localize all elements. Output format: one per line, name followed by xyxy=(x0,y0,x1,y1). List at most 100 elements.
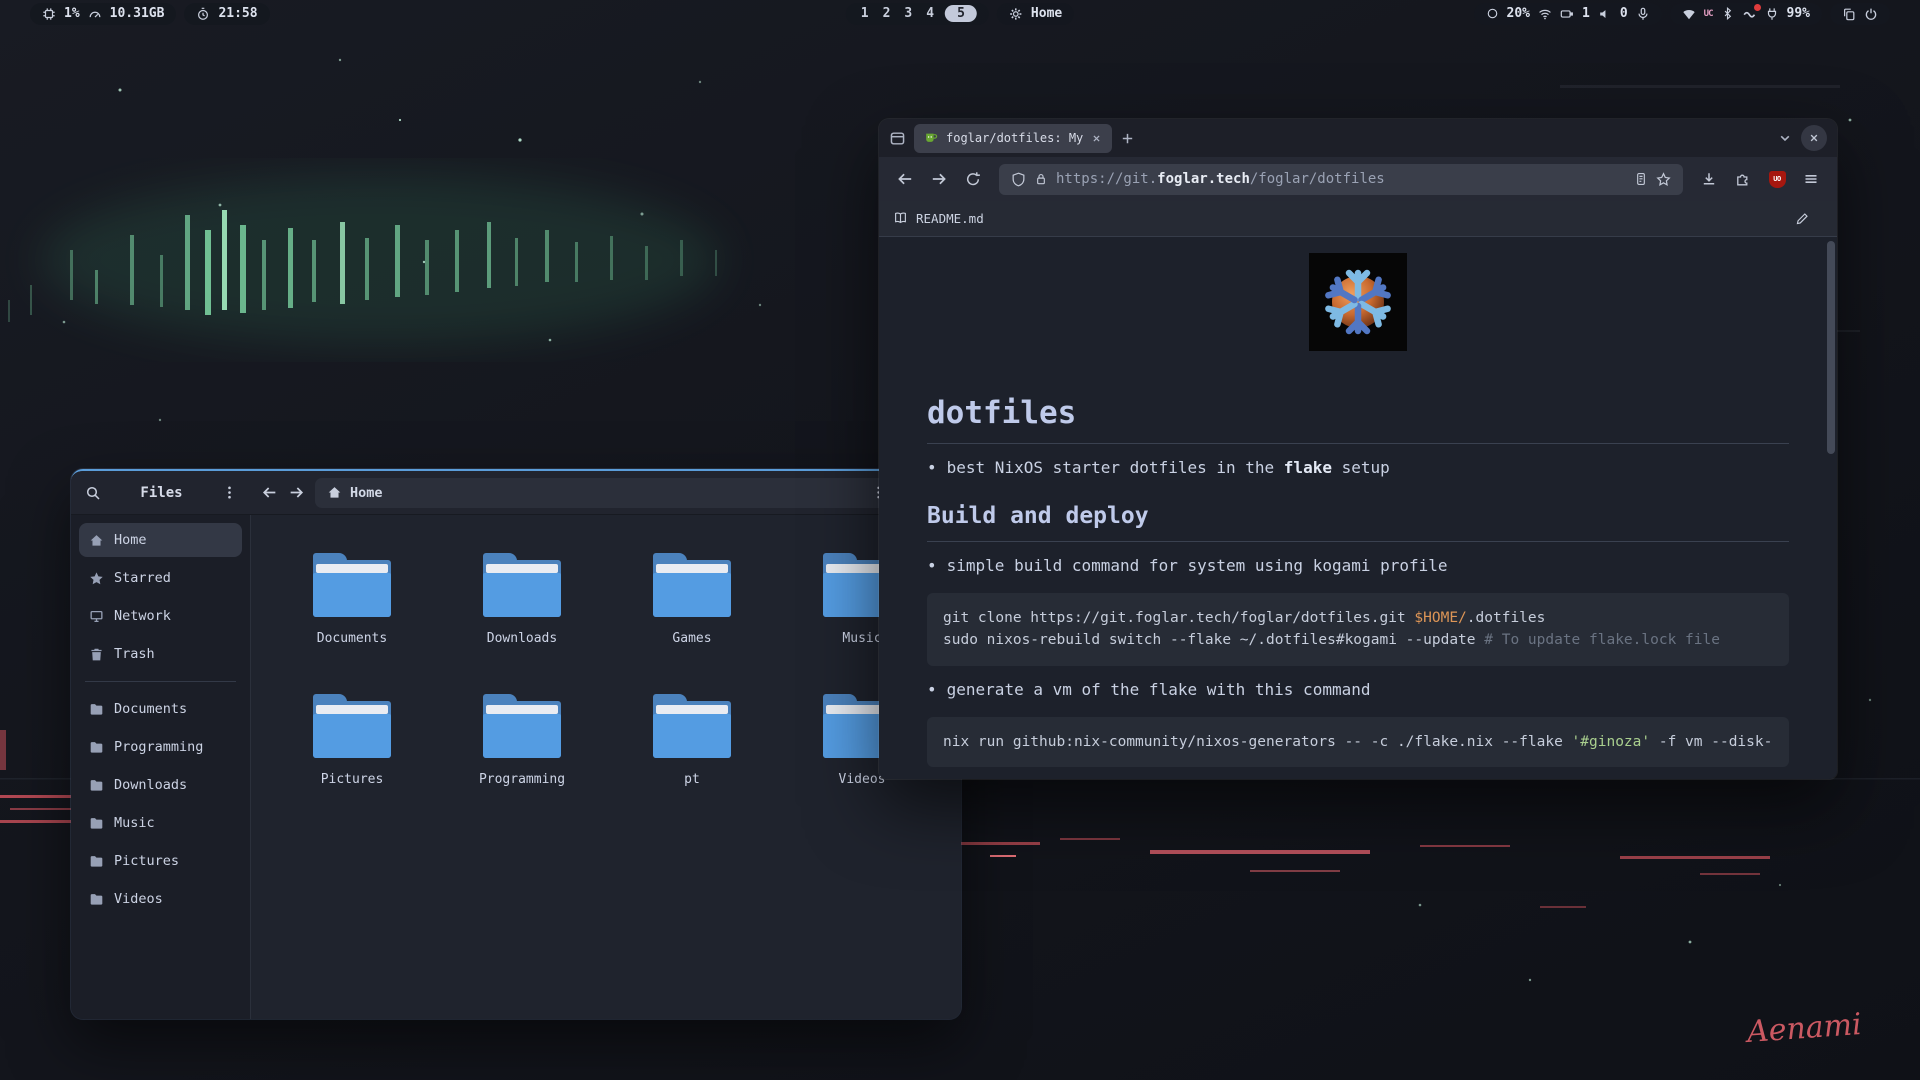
app-menu-button[interactable] xyxy=(222,485,237,500)
code-block-build: git clone https://git.foglar.tech/foglar… xyxy=(927,593,1789,666)
folder-label: Games xyxy=(607,631,777,646)
cpu-icon xyxy=(42,7,56,21)
hamburger-menu-button[interactable] xyxy=(1797,165,1825,193)
edit-pencil-icon[interactable] xyxy=(1795,212,1809,226)
topbar-right: 20% 1 0 UC xyxy=(1474,3,1890,25)
folder-item-pictures[interactable]: Pictures xyxy=(267,694,437,787)
code-block-vm: nix run github:nix-community/nixos-gener… xyxy=(927,717,1789,767)
volume-value: 0 xyxy=(1620,6,1628,21)
sidebar-item-home[interactable]: Home xyxy=(79,523,242,557)
bookmark-star-icon[interactable] xyxy=(1656,172,1671,187)
sidebar-item-pictures[interactable]: Pictures xyxy=(79,844,242,878)
folder-icon xyxy=(89,854,104,869)
sidebar-item-label: Home xyxy=(114,532,147,548)
sidebar-item-documents[interactable]: Documents xyxy=(79,692,242,726)
folder-label: Documents xyxy=(267,631,437,646)
files-window: Files Home xyxy=(71,469,961,1019)
folder-icon xyxy=(89,892,104,907)
tab-close-button[interactable] xyxy=(1091,133,1102,144)
reload-button[interactable] xyxy=(959,165,987,193)
session-pill xyxy=(1830,3,1890,25)
folder-icon xyxy=(483,694,561,758)
readme-header: README.md xyxy=(879,201,1837,237)
folder-item-programming[interactable]: Programming xyxy=(437,694,607,787)
sidebar-item-starred[interactable]: Starred xyxy=(79,561,242,595)
readme-bullet: •simple build command for system using k… xyxy=(927,556,1789,575)
sidebar-item-music[interactable]: Music xyxy=(79,806,242,840)
sidebar-item-trash[interactable]: Trash xyxy=(79,637,242,671)
home-icon xyxy=(327,485,342,500)
back-button[interactable] xyxy=(261,484,278,501)
folder-icon xyxy=(483,553,561,617)
clipboard-icon[interactable] xyxy=(1842,7,1856,21)
readme-bullet: • best NixOS starter dotfiles in the fla… xyxy=(927,458,1789,477)
divider xyxy=(927,541,1789,542)
workspace-button-4[interactable]: 4 xyxy=(923,6,937,21)
folder-label: Pictures xyxy=(267,772,437,787)
keyboard-battery-value: 1 xyxy=(1582,6,1590,21)
files-headerbar-main: Home xyxy=(251,478,961,508)
mode-pill[interactable]: Home xyxy=(997,3,1074,25)
tab-list-chevron-icon[interactable] xyxy=(1777,130,1793,146)
star-icon xyxy=(89,571,104,586)
firefox-view-button[interactable] xyxy=(889,130,906,147)
tab-foglar-dotfiles[interactable]: foglar/dotfiles: My xyxy=(914,124,1112,153)
folder-icon xyxy=(89,702,104,717)
search-icon[interactable] xyxy=(85,485,101,501)
sidebar-item-label: Starred xyxy=(114,570,171,586)
sidebar-item-label: Documents xyxy=(114,701,187,717)
tracking-shield-icon[interactable] xyxy=(1011,172,1026,187)
reader-mode-icon[interactable] xyxy=(1634,172,1648,186)
sidebar-item-videos[interactable]: Videos xyxy=(79,882,242,916)
sidebar-divider xyxy=(85,681,236,682)
forward-button[interactable] xyxy=(288,484,305,501)
browser-window: foglar/dotfiles: My xyxy=(879,119,1837,779)
bluetooth-icon xyxy=(1721,7,1734,20)
folder-item-pt[interactable]: pt xyxy=(607,694,777,787)
folder-label: pt xyxy=(607,772,777,787)
path-bar[interactable]: Home xyxy=(315,478,898,508)
window-close-button[interactable] xyxy=(1801,125,1827,151)
power-icon[interactable] xyxy=(1864,7,1878,21)
readme-title: dotfiles xyxy=(927,395,1789,431)
workspace-button-2[interactable]: 2 xyxy=(880,6,894,21)
top-status-bar: 1% 10.31GB 21:58 1 2 3 4 5 Home xyxy=(0,0,1920,25)
sidebar-item-downloads[interactable]: Downloads xyxy=(79,768,242,802)
system-stats-pill[interactable]: 1% 10.31GB xyxy=(30,3,176,25)
folder-item-games[interactable]: Games xyxy=(607,553,777,646)
downloads-button[interactable] xyxy=(1695,165,1723,193)
folder-item-documents[interactable]: Documents xyxy=(267,553,437,646)
sidebar-item-label: Downloads xyxy=(114,777,187,793)
workspace-button-1[interactable]: 1 xyxy=(858,6,872,21)
battery-value: 99% xyxy=(1787,6,1810,21)
notification-dot xyxy=(1754,4,1761,11)
sidebar-item-label: Programming xyxy=(114,739,203,755)
workspace-button-5[interactable]: 5 xyxy=(945,5,977,22)
browser-toolbar: https://git.foglar.tech/foglar/dotfiles … xyxy=(879,157,1837,201)
url-bar[interactable]: https://git.foglar.tech/foglar/dotfiles xyxy=(999,164,1683,195)
sidebar-item-network[interactable]: Network xyxy=(79,599,242,633)
folder-item-downloads[interactable]: Downloads xyxy=(437,553,607,646)
new-tab-button[interactable] xyxy=(1120,131,1135,146)
ublock-origin-icon[interactable]: UO xyxy=(1763,165,1791,193)
breadcrumb: Home xyxy=(350,485,383,501)
browser-forward-button[interactable] xyxy=(925,165,953,193)
sidebar-item-programming[interactable]: Programming xyxy=(79,730,242,764)
gitea-favicon xyxy=(924,131,938,145)
lock-icon[interactable] xyxy=(1034,172,1048,186)
folder-icon xyxy=(89,740,104,755)
workspace-button-3[interactable]: 3 xyxy=(901,6,915,21)
topbar-center: 1 2 3 4 5 Home xyxy=(846,3,1074,25)
files-content: Documents Downloads Games Music Pictures xyxy=(251,515,961,1019)
files-headerbar: Files Home xyxy=(71,471,961,515)
clock-pill[interactable]: 21:58 xyxy=(184,3,269,25)
speaker-icon xyxy=(1598,7,1612,21)
tray-pill[interactable]: UC 99% xyxy=(1670,3,1822,25)
hardware-pill[interactable]: 20% 1 0 xyxy=(1474,3,1662,25)
tab-title: foglar/dotfiles: My xyxy=(946,131,1083,145)
memory-usage: 10.31GB xyxy=(110,6,165,21)
browser-back-button[interactable] xyxy=(891,165,919,193)
tab-bar: foglar/dotfiles: My xyxy=(879,119,1837,157)
extensions-puzzle-icon[interactable] xyxy=(1729,165,1757,193)
scrollbar-thumb[interactable] xyxy=(1827,241,1835,454)
